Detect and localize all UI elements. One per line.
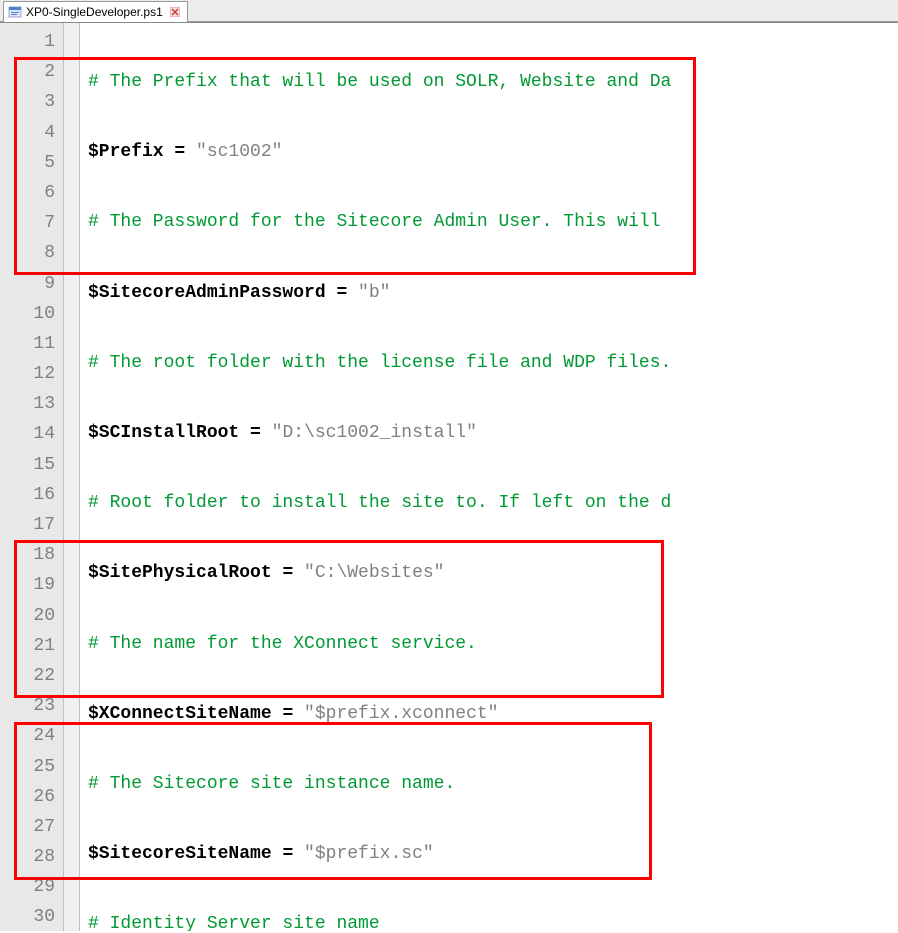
code-line: $XConnectSiteName = "$prefix.xconnect" bbox=[88, 699, 898, 729]
line-number: 13 bbox=[0, 389, 63, 419]
line-number: 28 bbox=[0, 842, 63, 872]
code-line: $SitecoreAdminPassword = "b" bbox=[88, 278, 898, 308]
line-number: 27 bbox=[0, 812, 63, 842]
fold-margin bbox=[64, 23, 80, 931]
line-number: 1 bbox=[0, 27, 63, 57]
line-number: 19 bbox=[0, 570, 63, 600]
code-line: # Identity Server site name bbox=[88, 909, 898, 931]
line-number: 12 bbox=[0, 359, 63, 389]
code-line: # The name for the XConnect service. bbox=[88, 629, 898, 659]
line-number: 14 bbox=[0, 419, 63, 449]
line-number: 7 bbox=[0, 208, 63, 238]
code-line: $SCInstallRoot = "D:\sc1002_install" bbox=[88, 418, 898, 448]
line-number: 3 bbox=[0, 87, 63, 117]
line-number: 30 bbox=[0, 902, 63, 932]
line-number: 8 bbox=[0, 238, 63, 268]
line-number: 2 bbox=[0, 57, 63, 87]
line-number: 23 bbox=[0, 691, 63, 721]
tab-close-icon[interactable] bbox=[169, 6, 181, 18]
line-number: 15 bbox=[0, 450, 63, 480]
code-line: # The root folder with the license file … bbox=[88, 348, 898, 378]
line-number: 17 bbox=[0, 510, 63, 540]
line-number: 4 bbox=[0, 118, 63, 148]
code-editor[interactable]: 1 2 3 4 5 6 7 8 9 10 11 12 13 14 15 16 1… bbox=[0, 22, 898, 931]
line-number: 6 bbox=[0, 178, 63, 208]
line-number: 25 bbox=[0, 752, 63, 782]
tab-bar: XP0-SingleDeveloper.ps1 bbox=[0, 0, 898, 22]
line-number: 16 bbox=[0, 480, 63, 510]
code-line: # The Sitecore site instance name. bbox=[88, 769, 898, 799]
code-line: $Prefix = "sc1002" bbox=[88, 137, 898, 167]
line-number: 26 bbox=[0, 782, 63, 812]
line-number: 5 bbox=[0, 148, 63, 178]
line-number-gutter: 1 2 3 4 5 6 7 8 9 10 11 12 13 14 15 16 1… bbox=[0, 23, 64, 931]
line-number: 10 bbox=[0, 299, 63, 329]
line-number: 11 bbox=[0, 329, 63, 359]
file-icon bbox=[8, 5, 22, 19]
code-line: # The Prefix that will be used on SOLR, … bbox=[88, 67, 898, 97]
code-line: # The Password for the Sitecore Admin Us… bbox=[88, 207, 898, 237]
code-line: $SitePhysicalRoot = "C:\Websites" bbox=[88, 558, 898, 588]
file-tab[interactable]: XP0-SingleDeveloper.ps1 bbox=[3, 1, 188, 22]
line-number: 21 bbox=[0, 631, 63, 661]
code-area[interactable]: # The Prefix that will be used on SOLR, … bbox=[80, 23, 898, 931]
line-number: 9 bbox=[0, 269, 63, 299]
tab-filename: XP0-SingleDeveloper.ps1 bbox=[26, 5, 163, 19]
line-number: 24 bbox=[0, 721, 63, 751]
code-line: $SitecoreSiteName = "$prefix.sc" bbox=[88, 839, 898, 869]
code-line: # Root folder to install the site to. If… bbox=[88, 488, 898, 518]
line-number: 29 bbox=[0, 872, 63, 902]
line-number: 18 bbox=[0, 540, 63, 570]
line-number: 22 bbox=[0, 661, 63, 691]
line-number: 20 bbox=[0, 601, 63, 631]
